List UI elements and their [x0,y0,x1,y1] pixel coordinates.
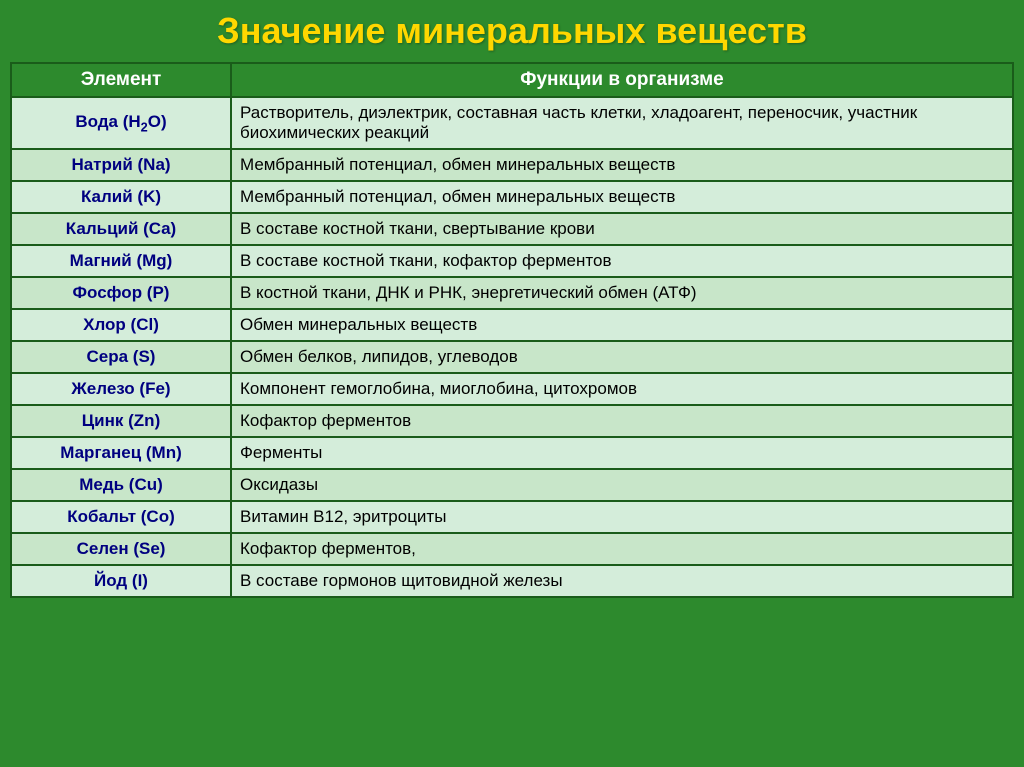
header-function-col: Функции в организме [231,63,1013,97]
element-cell: Сера (S) [11,341,231,373]
header-element-col: Элемент [11,63,231,97]
table-row: Цинк (Zn)Кофактор ферментов [11,405,1013,437]
function-cell: Ферменты [231,437,1013,469]
table-row: Вода (Н2О)Растворитель, диэлектрик, сост… [11,97,1013,149]
function-cell: В составе костной ткани, свертывание кро… [231,213,1013,245]
element-cell: Хлор (Cl) [11,309,231,341]
function-cell: Обмен минеральных веществ [231,309,1013,341]
table-row: Селен (Se)Кофактор ферментов, [11,533,1013,565]
table-row: Кальций (Ca)В составе костной ткани, све… [11,213,1013,245]
table-row: Кобальт (Co)Витамин В12, эритроциты [11,501,1013,533]
element-cell: Магний (Mg) [11,245,231,277]
table-row: Калий (K)Мембранный потенциал, обмен мин… [11,181,1013,213]
element-cell: Калий (K) [11,181,231,213]
element-cell: Фосфор (P) [11,277,231,309]
table-row: Медь (Cu)Оксидазы [11,469,1013,501]
function-cell: В костной ткани, ДНК и РНК, энергетическ… [231,277,1013,309]
element-cell: Цинк (Zn) [11,405,231,437]
table-row: Магний (Mg)В составе костной ткани, кофа… [11,245,1013,277]
element-cell: Йод (I) [11,565,231,597]
table-row: Марганец (Mn)Ферменты [11,437,1013,469]
table-row: Йод (I)В составе гормонов щитовидной жел… [11,565,1013,597]
page-title: Значение минеральных веществ [217,10,807,52]
function-cell: Оксидазы [231,469,1013,501]
function-cell: В составе костной ткани, кофактор фермен… [231,245,1013,277]
element-cell: Натрий (Na) [11,149,231,181]
function-cell: Кофактор ферментов [231,405,1013,437]
element-cell: Кальций (Ca) [11,213,231,245]
element-cell: Марганец (Mn) [11,437,231,469]
minerals-table: Элемент Функции в организме Вода (Н2О)Ра… [10,62,1014,598]
element-cell: Кобальт (Co) [11,501,231,533]
function-cell: Обмен белков, липидов, углеводов [231,341,1013,373]
function-cell: В составе гормонов щитовидной железы [231,565,1013,597]
function-cell: Витамин В12, эритроциты [231,501,1013,533]
function-cell: Мембранный потенциал, обмен минеральных … [231,181,1013,213]
element-cell: Селен (Se) [11,533,231,565]
table-row: Сера (S)Обмен белков, липидов, углеводов [11,341,1013,373]
table-row: Железо (Fe)Компонент гемоглобина, миогло… [11,373,1013,405]
table-row: Хлор (Cl)Обмен минеральных веществ [11,309,1013,341]
function-cell: Кофактор ферментов, [231,533,1013,565]
function-cell: Растворитель, диэлектрик, составная част… [231,97,1013,149]
table-row: Натрий (Na)Мембранный потенциал, обмен м… [11,149,1013,181]
table-header-row: Элемент Функции в организме [11,63,1013,97]
element-cell: Вода (Н2О) [11,97,231,149]
table-row: Фосфор (P)В костной ткани, ДНК и РНК, эн… [11,277,1013,309]
function-cell: Компонент гемоглобина, миоглобина, цитох… [231,373,1013,405]
element-cell: Железо (Fe) [11,373,231,405]
element-cell: Медь (Cu) [11,469,231,501]
function-cell: Мембранный потенциал, обмен минеральных … [231,149,1013,181]
